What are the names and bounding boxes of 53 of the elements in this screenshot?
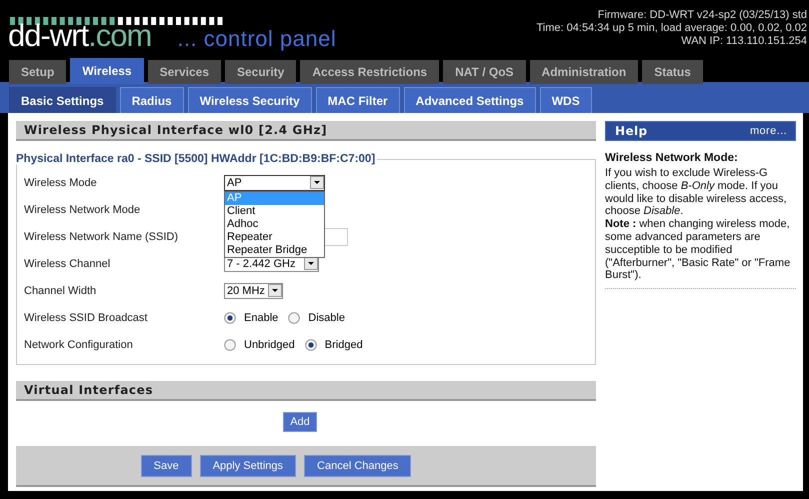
field-label: Wireless Network Name (SSID) <box>24 230 180 242</box>
section-header: Wireless Physical Interface wl0 [2.4 GHz] <box>16 121 596 141</box>
help-text: If you wish to exclude Wireless-G clients, choose B-Only mode. If you would like to disable wireless access, choose Disable. <box>605 167 788 218</box>
logo-text: dd-wrt.com <box>8 20 152 52</box>
status-text: Firmware: DD-WRT v24-sp2 (03/25/13) std <box>598 9 807 22</box>
dropdown-select[interactable]: AP <box>224 174 325 190</box>
radio-label: Disable <box>308 312 345 324</box>
field-label: Network Configuration <box>24 338 134 350</box>
nav-tab[interactable]: Administration <box>530 60 638 84</box>
radio-label: Bridged <box>324 338 363 350</box>
subtab[interactable]: Basic Settings <box>9 87 116 113</box>
nav-tab[interactable]: Security <box>225 60 296 84</box>
action-button[interactable]: Save <box>140 455 192 477</box>
dropdown-option[interactable]: Repeater Bridge <box>225 244 324 256</box>
nav-tab[interactable]: Access Restrictions <box>300 60 440 84</box>
help-title: Help <box>615 124 648 138</box>
field-label: Wireless Channel <box>24 258 112 270</box>
subtab[interactable]: Radius <box>120 87 184 113</box>
dropdown-select[interactable]: 20 MHz <box>224 282 283 298</box>
nav-tab[interactable]: Status <box>642 60 703 84</box>
subtab[interactable]: Advanced Settings <box>404 87 536 113</box>
dropdown-option[interactable]: Repeater <box>225 230 324 244</box>
subtab[interactable]: MAC Filter <box>316 87 400 113</box>
radio-label: Unbridged <box>244 338 295 350</box>
action-button[interactable]: Apply Settings <box>200 455 296 477</box>
subtab[interactable]: WDS <box>540 87 592 113</box>
section-header: Virtual Interfaces <box>16 381 596 401</box>
radio-button[interactable] <box>224 338 236 350</box>
status-text: Time: 04:54:34 up 5 min, load average: 0.00, 0.02, 0.02 <box>536 22 807 35</box>
field-label: Wireless SSID Broadcast <box>24 312 148 324</box>
radio-button[interactable] <box>288 312 300 324</box>
action-button[interactable]: Cancel Changes <box>304 455 412 477</box>
tagline: ... control panel <box>177 26 336 52</box>
nav-tab[interactable]: Wireless <box>70 58 144 84</box>
status-text: WAN IP: 113.110.151.254 <box>681 35 807 48</box>
nav-tab[interactable]: Services <box>148 60 221 84</box>
fieldset-legend: Physical Interface ra0 - SSID [5500] HWAddr [1C:BD:B9:BF:C7:00] <box>16 153 378 165</box>
nav-tab[interactable]: NAT / QoS <box>443 60 526 84</box>
radio-button[interactable] <box>304 338 317 350</box>
help-heading: Wireless Network Mode: <box>605 152 739 164</box>
dropdown-option[interactable]: AP <box>225 192 324 204</box>
more-link[interactable]: more... <box>750 125 787 137</box>
field-label: Channel Width <box>24 284 98 296</box>
dropdown-option[interactable]: Client <box>225 204 324 218</box>
subtab[interactable]: Wireless Security <box>188 87 312 113</box>
add-button[interactable]: Add <box>283 412 317 432</box>
field-label: Wireless Mode <box>24 176 98 188</box>
radio-label: Enable <box>244 312 278 324</box>
dropdown-option[interactable]: Adhoc <box>225 218 324 230</box>
help-text: Note : when changing wireless mode, some advanced parameters are succeptible to be modified ("Afterburner", "Basic Rate" or "Frame Burst"). <box>605 218 792 282</box>
field-label: Wireless Network Mode <box>24 204 142 216</box>
nav-tab[interactable]: Setup <box>9 60 66 84</box>
radio-button[interactable] <box>224 312 236 324</box>
